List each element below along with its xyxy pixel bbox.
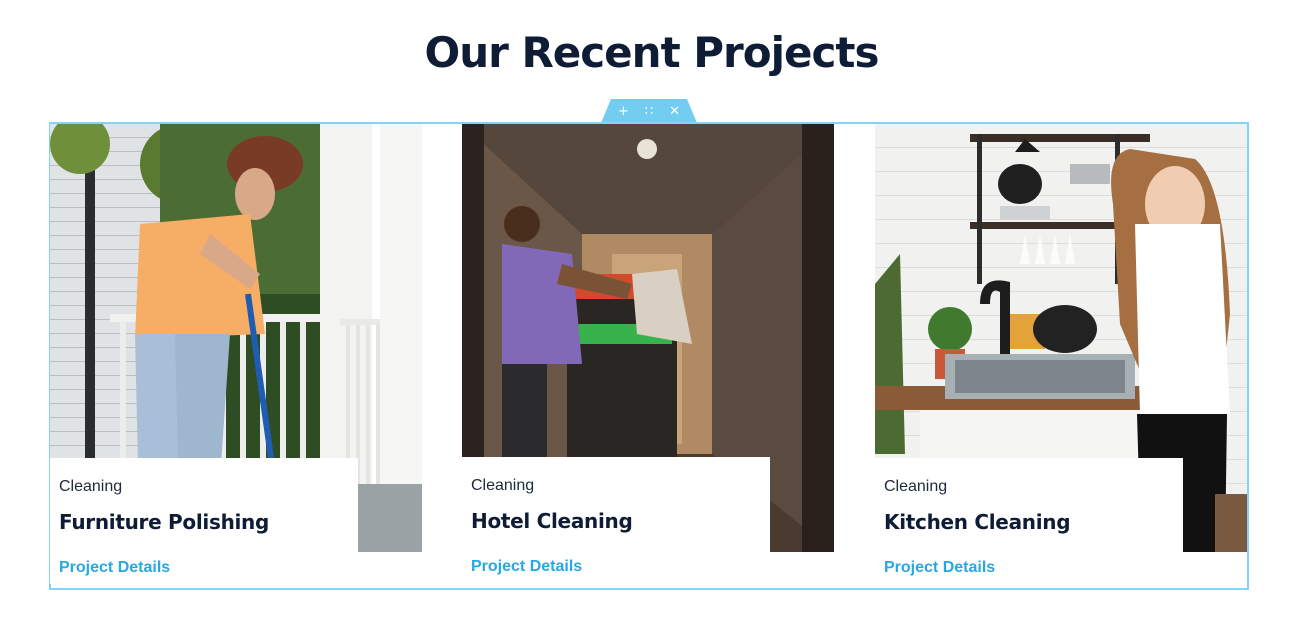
project-details-link[interactable]: Project Details	[884, 559, 995, 577]
project-card: Cleaning Furniture Polishing Project Det…	[50, 124, 422, 584]
project-details-link[interactable]: Project Details	[59, 559, 170, 577]
drag-handle-icon[interactable]: ∷	[645, 105, 653, 118]
project-title[interactable]: Furniture Polishing	[59, 510, 269, 534]
project-card: Cleaning Hotel Cleaning Project Details	[462, 124, 834, 584]
section-title: Our Recent Projects	[424, 28, 880, 77]
add-icon[interactable]: +	[618, 105, 629, 118]
project-info: Cleaning Hotel Cleaning Project Details	[462, 457, 770, 583]
project-category: Cleaning	[471, 477, 535, 494]
editor-handle[interactable]: + ∷ ✕	[601, 99, 697, 123]
project-title[interactable]: Kitchen Cleaning	[884, 510, 1071, 534]
project-card: Cleaning Kitchen Cleaning Project Detail…	[875, 124, 1247, 584]
project-info: Cleaning Furniture Polishing Project Det…	[50, 458, 358, 584]
project-info: Cleaning Kitchen Cleaning Project Detail…	[875, 458, 1183, 584]
project-category: Cleaning	[59, 478, 123, 495]
project-category: Cleaning	[884, 478, 948, 495]
close-icon[interactable]: ✕	[669, 105, 680, 118]
project-title[interactable]: Hotel Cleaning	[471, 509, 633, 533]
project-details-link[interactable]: Project Details	[471, 558, 582, 576]
